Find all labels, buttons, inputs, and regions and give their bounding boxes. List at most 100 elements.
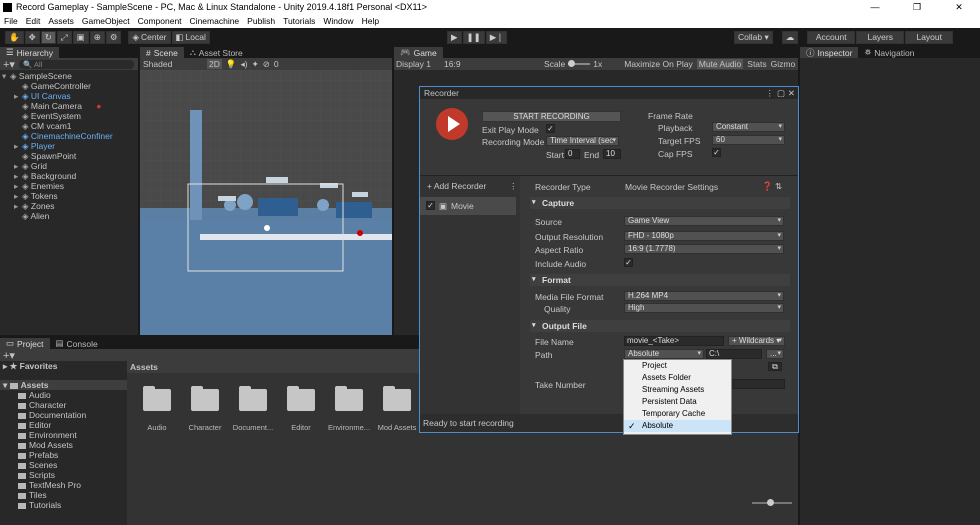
hand-tool-icon[interactable]: ✋ — [5, 30, 24, 44]
tab-hierarchy[interactable]: ☰ Hierarchy — [0, 47, 59, 58]
project-folder-item[interactable]: Prefabs — [0, 450, 127, 460]
record-icon[interactable] — [436, 108, 468, 140]
custom-tool-icon[interactable]: ⚙ — [105, 30, 122, 44]
transform-tool-icon[interactable]: ⊕ — [89, 30, 105, 44]
list-item-movie[interactable]: ✓ ▣ Movie — [420, 197, 516, 215]
expand-arrow-icon[interactable]: ▸ — [14, 181, 22, 191]
expand-arrow-icon[interactable]: ▸ — [14, 91, 22, 101]
maximize-on-play-toggle[interactable]: Maximize On Play — [624, 59, 693, 69]
path-option[interactable]: Temporary Cache — [624, 408, 731, 420]
tab-inspector[interactable]: ⓘ Inspector — [800, 47, 859, 58]
target-fps-dropdown[interactable]: 60 — [712, 135, 785, 145]
pause-button[interactable]: ❚❚ — [462, 30, 485, 44]
close-button[interactable]: ✕ — [938, 0, 980, 14]
layers-dropdown[interactable]: Layers — [856, 30, 905, 44]
path-option[interactable]: Streaming Assets — [624, 384, 731, 396]
menu-component[interactable]: Component — [134, 16, 186, 26]
hierarchy-search-input[interactable]: 🔍 All — [18, 59, 134, 69]
move-tool-icon[interactable]: ✥ — [24, 30, 40, 44]
help-icon[interactable]: ❓ — [762, 181, 773, 192]
menu-file[interactable]: File — [0, 16, 22, 26]
expand-arrow-icon[interactable]: ▸ — [14, 171, 22, 181]
presets-icon[interactable]: ⇅ — [775, 181, 782, 192]
menu-assets[interactable]: Assets — [44, 16, 78, 26]
rotate-tool-icon[interactable]: ↻ — [40, 30, 56, 44]
project-folder-item[interactable]: TextMesh Pro — [0, 480, 127, 490]
expand-arrow-icon[interactable]: ▾ — [2, 71, 10, 81]
create-plus-icon[interactable]: +▾ — [3, 58, 15, 71]
hidden-objects-icon[interactable]: ⊘ — [263, 59, 270, 70]
hierarchy-item[interactable]: ◈ SpawnPoint — [0, 151, 138, 161]
stats-toggle[interactable]: Stats — [747, 59, 766, 69]
project-create-icon[interactable]: +▾ — [3, 349, 15, 362]
hierarchy-item[interactable]: ▸ ◈ Tokens — [0, 191, 138, 201]
menu-window[interactable]: Window — [319, 16, 357, 26]
assets-root-item[interactable]: ▾ Assets — [0, 380, 127, 390]
display-dropdown[interactable]: Display 1 — [396, 59, 444, 69]
asset-folder[interactable]: Mod Assets — [373, 386, 421, 432]
path-type-dropdown[interactable]: Absolute — [624, 349, 704, 359]
project-folder-item[interactable]: Tutorials — [0, 500, 127, 510]
hierarchy-item[interactable]: ▸ ◈ Grid — [0, 161, 138, 171]
file-name-field[interactable]: movie_<Take> — [624, 336, 724, 346]
add-recorder-button[interactable]: + Add Recorder — [427, 181, 486, 191]
aspect-ratio-dropdown[interactable]: 16:9 (1.7778) — [624, 244, 784, 254]
hierarchy-item[interactable]: ▸ ◈ Background — [0, 171, 138, 181]
cloud-icon[interactable]: ☁ — [781, 30, 799, 44]
cap-fps-checkbox[interactable]: ✓ — [712, 148, 721, 157]
capture-section[interactable]: Capture — [530, 197, 790, 209]
effects-icon[interactable]: ✦ — [252, 59, 259, 70]
pivot-local-button[interactable]: ◧ Local — [171, 30, 210, 44]
path-field[interactable]: C:\ — [706, 349, 762, 359]
output-resolution-dropdown[interactable]: FHD - 1080p — [624, 231, 784, 241]
format-section[interactable]: Format — [530, 274, 790, 286]
project-folder-item[interactable]: Environment — [0, 430, 127, 440]
collab-button[interactable]: Collab ▾ — [734, 30, 773, 44]
recorder-close-icon[interactable]: ✕ — [788, 87, 795, 99]
open-folder-icon[interactable]: ⧉ — [768, 362, 782, 371]
expand-arrow-icon[interactable]: ▸ — [14, 191, 22, 201]
project-folder-item[interactable]: Editor — [0, 420, 127, 430]
hierarchy-item[interactable]: ◈ Alien — [0, 211, 138, 221]
mute-audio-toggle[interactable]: Mute Audio — [696, 59, 744, 69]
path-option[interactable]: Project — [624, 360, 731, 372]
path-option[interactable]: Assets Folder — [624, 372, 731, 384]
take-number-field[interactable] — [730, 379, 785, 389]
browse-button[interactable]: ... — [766, 349, 784, 359]
2d-toggle[interactable]: 2D — [207, 59, 222, 69]
recorder-menu-icon[interactable]: ⋮ — [766, 87, 775, 99]
include-audio-checkbox[interactable]: ✓ — [624, 258, 633, 267]
project-folder-item[interactable]: Scripts — [0, 470, 127, 480]
scene-viewport[interactable] — [140, 70, 392, 335]
source-dropdown[interactable]: Game View — [624, 216, 784, 226]
menu-gameobject[interactable]: GameObject — [78, 16, 134, 26]
gizmos-toggle[interactable]: Gizmo — [771, 59, 796, 69]
hierarchy-item[interactable]: ◈ CinemachineConfiner — [0, 131, 138, 141]
shading-mode-dropdown[interactable]: Shaded — [143, 59, 203, 69]
movie-enabled-checkbox[interactable]: ✓ — [426, 201, 435, 210]
rect-tool-icon[interactable]: ▣ — [72, 30, 89, 44]
hierarchy-item[interactable]: ◈ Main Camera ● — [0, 101, 138, 111]
tab-project[interactable]: ▭ Project — [0, 338, 50, 349]
project-folder-item[interactable]: Documentation — [0, 410, 127, 420]
tab-scene[interactable]: # Scene — [140, 47, 184, 58]
hierarchy-item[interactable]: ▸ ◈ Zones — [0, 201, 138, 211]
list-menu-icon[interactable]: ⋮ — [509, 181, 518, 192]
project-folder-item[interactable]: Scenes — [0, 460, 127, 470]
hierarchy-item[interactable]: ▸ ◈ UI Canvas — [0, 91, 138, 101]
hierarchy-item[interactable]: ◈ EventSystem — [0, 111, 138, 121]
play-button[interactable]: ▶ — [447, 30, 462, 44]
icon-size-slider[interactable] — [752, 499, 792, 506]
asset-folder[interactable]: Environme... — [325, 386, 373, 432]
project-folder-item[interactable]: Tiles — [0, 490, 127, 500]
recorder-maximize-icon[interactable]: ▢ — [777, 87, 785, 99]
expand-arrow-icon[interactable]: ▸ — [14, 161, 22, 171]
path-option[interactable]: Persistent Data — [624, 396, 731, 408]
favorites-item[interactable]: ▸ ★ Favorites — [0, 361, 127, 371]
aspect-dropdown[interactable]: 16:9 — [444, 59, 544, 69]
asset-folder[interactable]: Audio — [133, 386, 181, 432]
end-field[interactable]: 10 — [603, 149, 621, 159]
hierarchy-item[interactable]: ◈ GameController — [0, 81, 138, 91]
menu-edit[interactable]: Edit — [22, 16, 45, 26]
media-format-dropdown[interactable]: H.264 MP4 — [624, 291, 784, 301]
